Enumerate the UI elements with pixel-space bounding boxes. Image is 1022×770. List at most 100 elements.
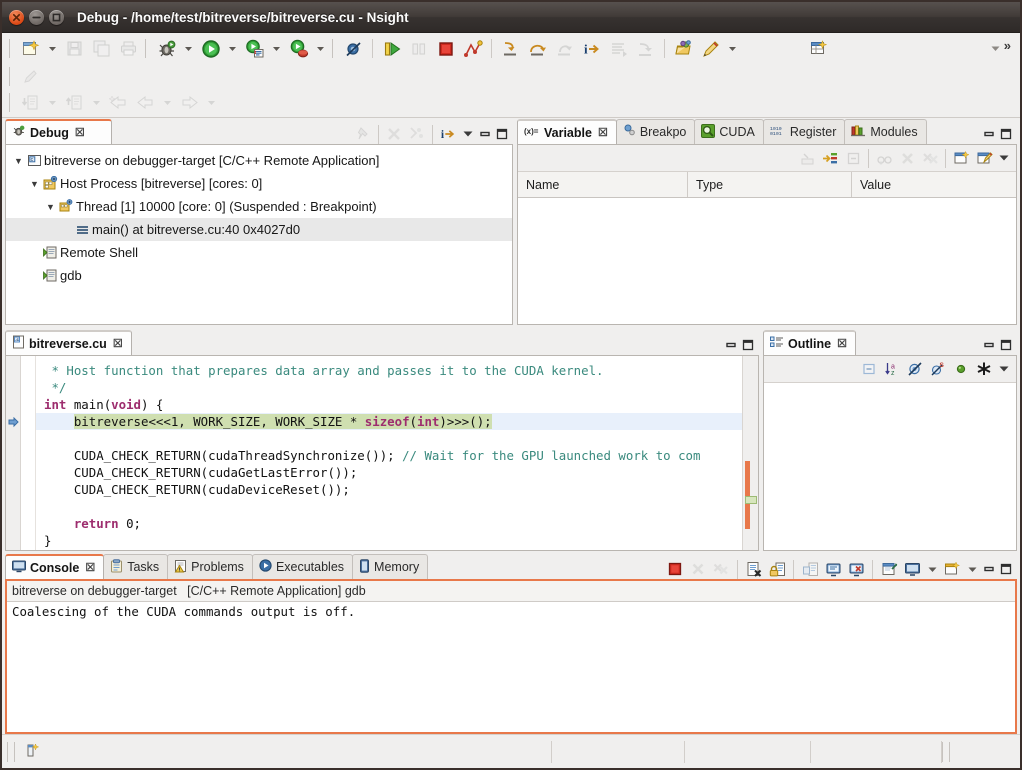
- step-over-button[interactable]: [524, 36, 551, 62]
- minimize-outline-icon[interactable]: [981, 335, 997, 355]
- variables-view-menu-icon[interactable]: [996, 148, 1012, 168]
- editor-annotation-ruler[interactable]: [6, 356, 21, 550]
- terminate-console-icon[interactable]: [664, 559, 686, 579]
- toolbar-grip-2[interactable]: [144, 39, 151, 58]
- hide-static-members-icon[interactable]: S: [927, 359, 949, 379]
- external-tools-button[interactable]: [285, 36, 312, 62]
- editor-folding-ruler[interactable]: [21, 356, 36, 550]
- watch-icon[interactable]: [873, 148, 895, 168]
- tab-debug-close[interactable]: ☒: [75, 126, 85, 139]
- editor-canvas[interactable]: * Host function that prepares data array…: [6, 356, 758, 550]
- code-line[interactable]: CUDA_CHECK_RETURN(cudaDeviceReset());: [36, 481, 758, 498]
- code-line[interactable]: * Host function that prepares data array…: [36, 362, 758, 379]
- console-output[interactable]: Coalescing of the CUDA commands output i…: [7, 602, 1015, 732]
- pencil-button[interactable]: [697, 36, 724, 62]
- tab-breakpoints[interactable]: Breakpo: [616, 119, 696, 144]
- new-wizard-button[interactable]: [17, 36, 44, 62]
- editor-text[interactable]: * Host function that prepares data array…: [36, 356, 758, 550]
- code-line[interactable]: */: [36, 379, 758, 396]
- minimize-view-icon[interactable]: [477, 124, 493, 144]
- close-button[interactable]: [9, 10, 24, 25]
- twisty-expanded-icon[interactable]: ▼: [12, 156, 25, 166]
- minimize-editor-icon[interactable]: [723, 335, 739, 355]
- collapse-all-outline-icon[interactable]: [858, 359, 880, 379]
- display-selected-console-icon[interactable]: [822, 559, 844, 579]
- tab-memory[interactable]: Memory: [352, 554, 428, 579]
- step-into-button[interactable]: [497, 36, 524, 62]
- remove-all-terminated-icon[interactable]: [406, 124, 428, 144]
- debug-tree-row[interactable]: ▼Host Process [bitreverse] [cores: 0]: [6, 172, 512, 195]
- scroll-lock-icon[interactable]: [766, 559, 788, 579]
- run-dropdown[interactable]: [224, 36, 241, 62]
- maximize-variables-icon[interactable]: [998, 124, 1014, 144]
- pin-view-icon[interactable]: [352, 124, 374, 144]
- maximize-button[interactable]: [49, 10, 64, 25]
- pin-console-icon[interactable]: [799, 559, 821, 579]
- code-line[interactable]: [36, 498, 758, 515]
- debug-tree[interactable]: ▼cbitreverse on debugger-target [C/C++ R…: [6, 145, 512, 324]
- outline-content[interactable]: [764, 383, 1016, 550]
- tab-variables-close[interactable]: ☒: [598, 126, 608, 139]
- new-table-button[interactable]: [805, 36, 832, 62]
- console-content[interactable]: bitreverse on debugger-target [C/C++ Rem…: [7, 581, 1015, 732]
- tab-executables[interactable]: Executables: [252, 554, 353, 579]
- code-line[interactable]: [36, 430, 758, 447]
- run-button[interactable]: [197, 36, 224, 62]
- tab-cuda[interactable]: CUDA: [694, 119, 763, 144]
- minimize-button[interactable]: [29, 10, 44, 25]
- code-line[interactable]: CUDA_CHECK_RETURN(cudaGetLastError());: [36, 464, 758, 481]
- debug-dropdown[interactable]: [180, 36, 197, 62]
- edit-watch-icon[interactable]: [973, 148, 995, 168]
- code-line[interactable]: bitreverse<<<1, WORK_SIZE, WORK_SIZE * s…: [36, 413, 758, 430]
- clear-console-icon[interactable]: [743, 559, 765, 579]
- sort-alphabetically-icon[interactable]: az: [881, 359, 903, 379]
- column-type[interactable]: Type: [688, 172, 852, 197]
- editor-scrollbar-thumb[interactable]: [745, 461, 750, 529]
- twisty-expanded-icon[interactable]: ▼: [44, 202, 57, 212]
- tab-registers[interactable]: 10100101 Register: [763, 119, 846, 144]
- toolbar-grip-4[interactable]: [8, 67, 15, 86]
- view-menu-icon[interactable]: [460, 124, 476, 144]
- new-console-view-icon[interactable]: [901, 559, 923, 579]
- tab-problems[interactable]: Problems: [167, 554, 253, 579]
- collapse-all-icon[interactable]: [796, 148, 818, 168]
- debug-button[interactable]: [153, 36, 180, 62]
- tab-tasks[interactable]: Tasks: [103, 554, 168, 579]
- new-detail-pane-icon[interactable]: [950, 148, 972, 168]
- tab-modules[interactable]: Modules: [844, 119, 926, 144]
- toolbar-grip[interactable]: [8, 39, 15, 58]
- external-tools-dropdown[interactable]: [312, 36, 329, 62]
- code-line[interactable]: int main(void) {: [36, 396, 758, 413]
- remove-all-terminated-console-icon[interactable]: [710, 559, 732, 579]
- toolbar-overflow-dropdown[interactable]: [987, 36, 1004, 62]
- maximize-outline-icon[interactable]: [998, 335, 1014, 355]
- minimize-variables-icon[interactable]: [981, 124, 997, 144]
- pencil-dropdown[interactable]: [724, 36, 741, 62]
- tab-console-close[interactable]: ☒: [85, 561, 95, 574]
- maximize-editor-icon[interactable]: [740, 335, 756, 355]
- tab-debug[interactable]: Debug ☒: [5, 119, 112, 144]
- twisty-expanded-icon[interactable]: ▼: [28, 179, 41, 189]
- debug-tree-row[interactable]: Remote Shell: [6, 241, 512, 264]
- open-console-dropdown-arrow[interactable]: [964, 559, 980, 579]
- disconnect-button[interactable]: [459, 36, 486, 62]
- column-name[interactable]: Name: [518, 172, 688, 197]
- code-line[interactable]: }: [36, 532, 758, 549]
- new-wizard-dropdown[interactable]: [44, 36, 61, 62]
- remove-selected-icon[interactable]: [896, 148, 918, 168]
- minimize-console-icon[interactable]: [981, 559, 997, 579]
- editor-overview-ruler[interactable]: [742, 356, 758, 550]
- open-console-icon[interactable]: [845, 559, 867, 579]
- tab-bitreverse-cu[interactable]: .c bitreverse.cu ☒: [5, 330, 132, 355]
- code-line[interactable]: CUDA_CHECK_RETURN(cudaThreadSynchronize(…: [36, 447, 758, 464]
- maximize-view-icon[interactable]: [494, 124, 510, 144]
- debug-tree-row[interactable]: gdb: [6, 264, 512, 287]
- resume-button[interactable]: [378, 36, 405, 62]
- outline-view-menu-icon[interactable]: [996, 359, 1012, 379]
- tab-variables[interactable]: (x)= Variable ☒: [517, 119, 617, 144]
- tab-outline[interactable]: Outline ☒: [763, 330, 856, 355]
- instruction-stepping-mode-button[interactable]: i: [578, 36, 605, 62]
- toolbar-grip-3[interactable]: [331, 39, 338, 58]
- variables-table-body[interactable]: [518, 198, 1016, 324]
- debug-tree-row[interactable]: main() at bitreverse.cu:40 0x4027d0: [6, 218, 512, 241]
